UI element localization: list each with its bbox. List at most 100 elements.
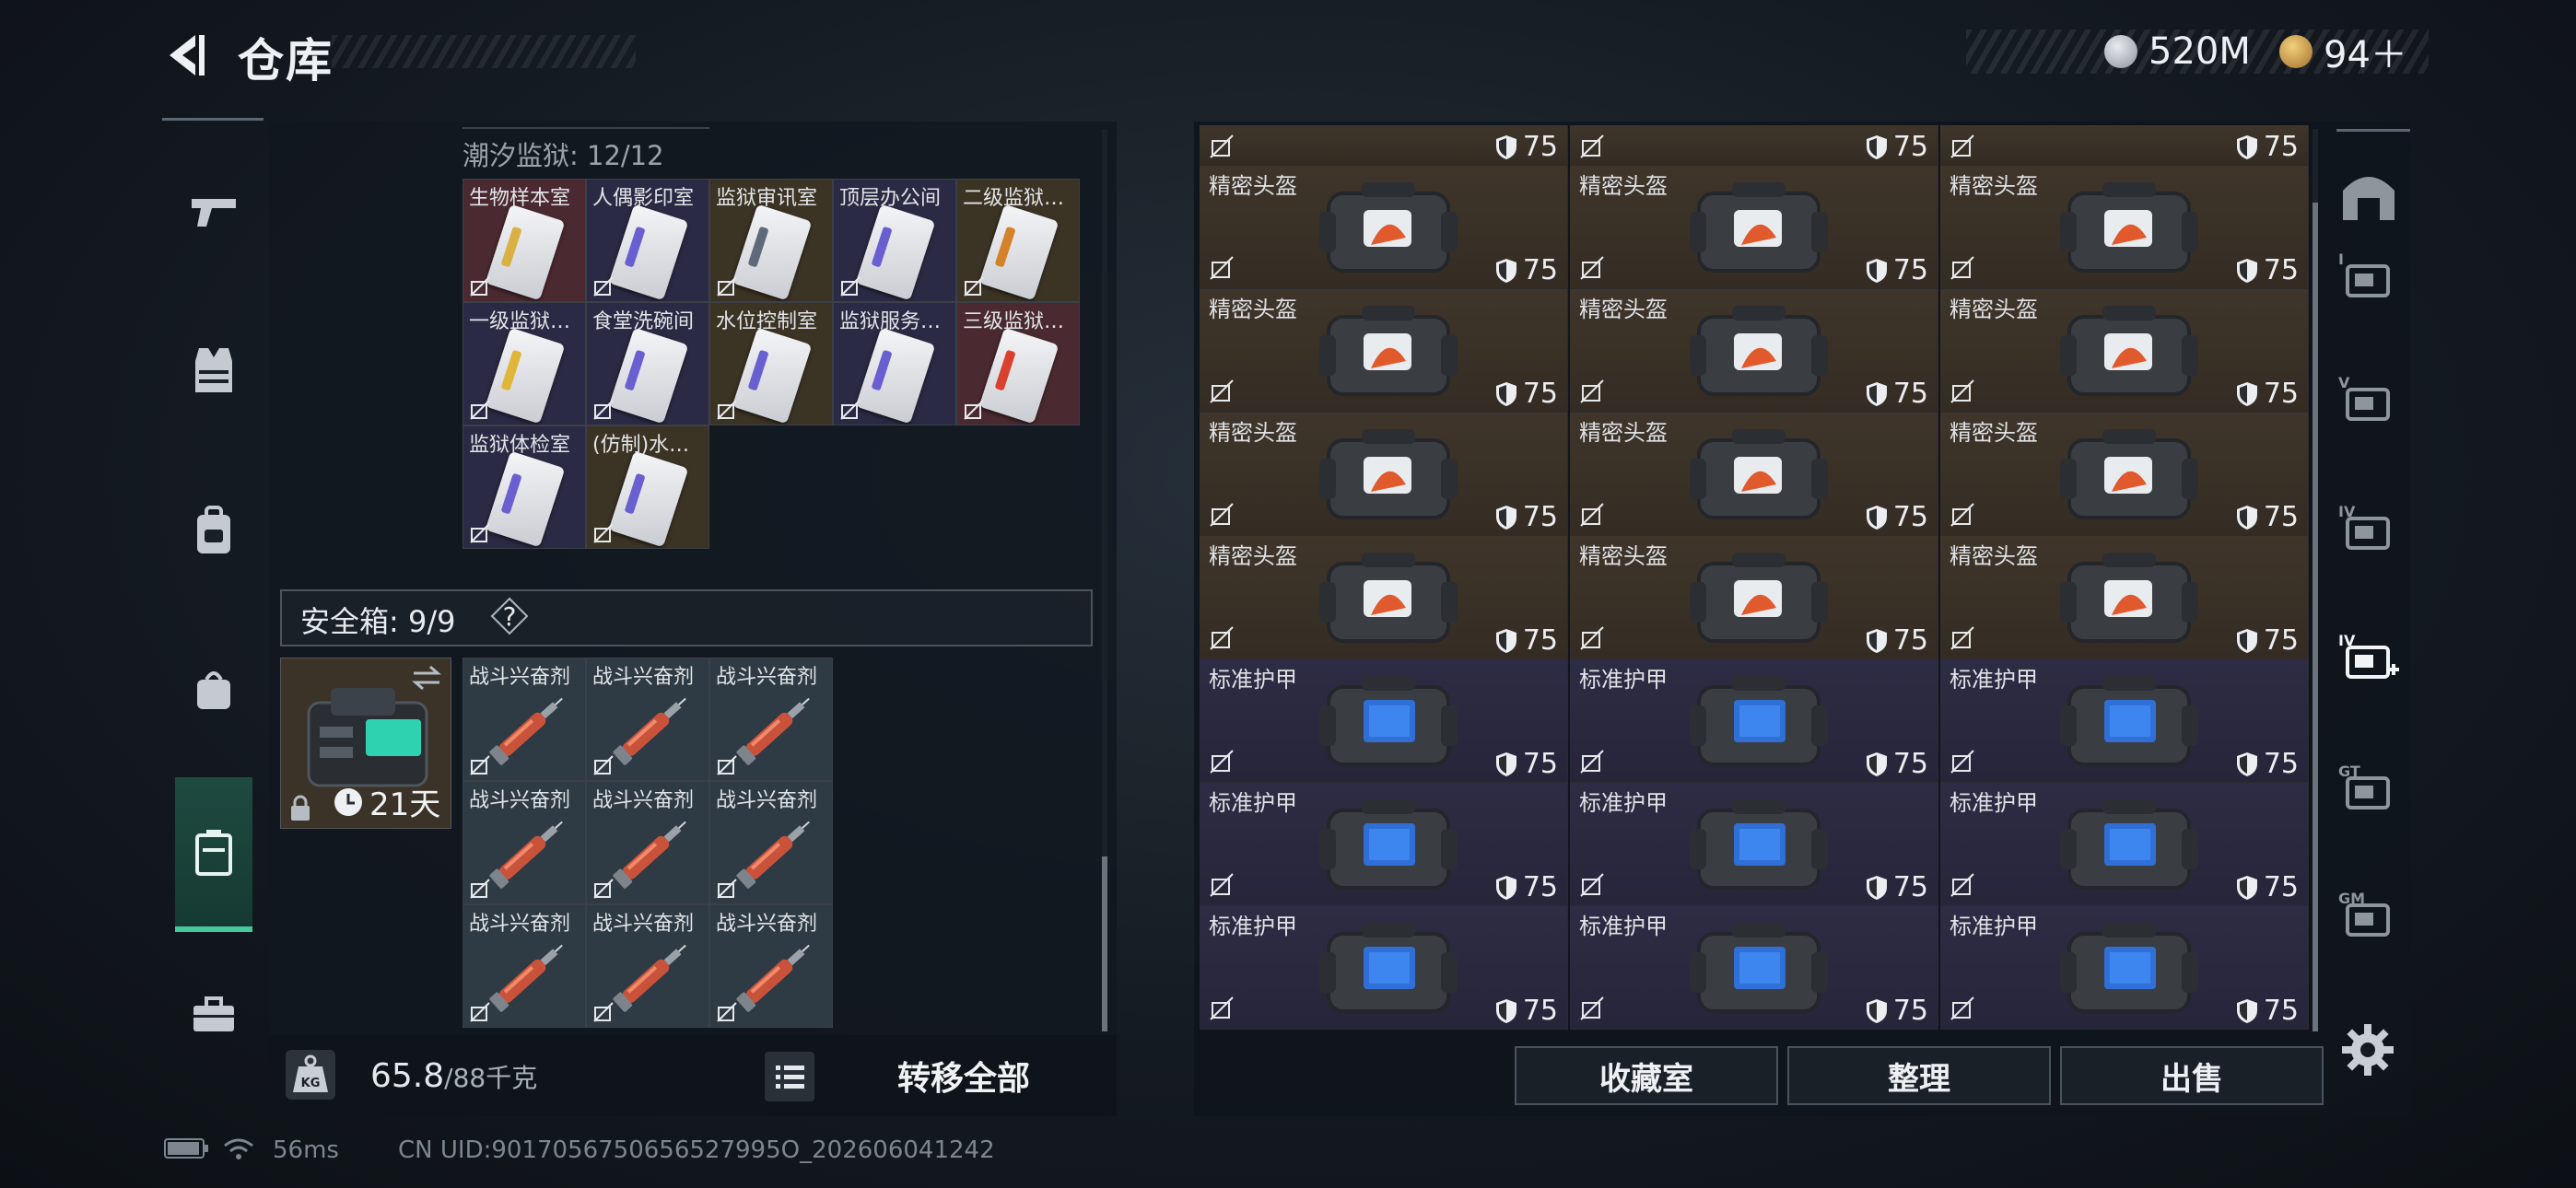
stimulant-slot[interactable]: 战斗兴奋剂 bbox=[586, 904, 709, 1028]
currency-gold-value: 94＋ bbox=[2324, 34, 2407, 76]
stash-page-tab[interactable]: V bbox=[2329, 359, 2408, 438]
durability-shield-icon bbox=[1495, 751, 1516, 776]
nav-vest[interactable] bbox=[175, 332, 252, 409]
keycard-slot[interactable]: 生物样本室 bbox=[463, 179, 586, 302]
stash-page-tab[interactable]: GT bbox=[2329, 748, 2408, 827]
helmet-item[interactable]: 精密头盔 75 bbox=[1200, 413, 1568, 536]
left-scrollbar-thumb[interactable] bbox=[1102, 856, 1107, 1031]
keycard-slot[interactable]: 人偶影印室 bbox=[586, 179, 709, 302]
stash-item-partial[interactable]: 75 bbox=[1200, 125, 1568, 166]
clock-icon bbox=[334, 787, 362, 816]
helmet-case-icon bbox=[1319, 306, 1458, 396]
user-uid: CN UID:9017056750656527995O_202606041242 bbox=[398, 1136, 995, 1164]
sort-button[interactable]: 整理 bbox=[1787, 1046, 2051, 1105]
stash-page-tab[interactable]: I bbox=[2329, 236, 2408, 315]
helmet-item[interactable]: 精密头盔 75 bbox=[1940, 413, 2309, 536]
keycard-slot[interactable]: 监狱审讯室 bbox=[709, 179, 833, 302]
stimulant-slot[interactable]: 战斗兴奋剂 bbox=[709, 781, 833, 904]
stimulant-slot[interactable]: 战斗兴奋剂 bbox=[463, 904, 586, 1028]
transfer-all-button[interactable]: 转移全部 bbox=[829, 1039, 1098, 1112]
armor-item[interactable]: 标准护甲 75 bbox=[1940, 659, 2309, 783]
keycard-slot[interactable]: 一级监狱… bbox=[463, 302, 586, 425]
currency-gold[interactable]: 94＋ bbox=[2279, 28, 2407, 76]
stash-page-tab[interactable]: GM bbox=[2329, 875, 2408, 954]
stimulant-slot[interactable]: 战斗兴奋剂 bbox=[586, 658, 709, 781]
sell-button[interactable]: 出售 bbox=[2060, 1046, 2324, 1105]
helmet-item[interactable]: 精密头盔 75 bbox=[1940, 166, 2309, 289]
helmet-item[interactable]: 精密头盔 75 bbox=[1200, 166, 1568, 289]
durability-readout: 75 bbox=[2236, 254, 2299, 286]
keycard-slot[interactable]: 水位控制室 bbox=[709, 302, 833, 425]
armor-item[interactable]: 标准护甲 75 bbox=[1570, 906, 1938, 1030]
stimulant-slot[interactable]: 战斗兴奋剂 bbox=[709, 658, 833, 781]
stimulant-slot[interactable]: 战斗兴奋剂 bbox=[586, 781, 709, 904]
helmet-item[interactable]: 精密头盔 75 bbox=[1570, 166, 1938, 289]
armor-item[interactable]: 标准护甲 75 bbox=[1570, 783, 1938, 906]
swap-icon[interactable] bbox=[410, 664, 443, 692]
durability-shield-icon bbox=[2236, 628, 2257, 653]
nav-briefcase[interactable] bbox=[175, 976, 252, 1054]
armor-item[interactable]: 标准护甲 75 bbox=[1200, 659, 1568, 783]
back-button[interactable] bbox=[158, 28, 214, 83]
stimulant-slot[interactable]: 战斗兴奋剂 bbox=[709, 904, 833, 1028]
keycard-slot[interactable]: 监狱体检室 bbox=[463, 425, 586, 549]
keycard-slot[interactable]: 二级监狱… bbox=[956, 179, 1080, 302]
help-icon[interactable]: ? bbox=[490, 597, 529, 635]
stimulant-label: 战斗兴奋剂 bbox=[716, 913, 818, 936]
armor-item[interactable]: 标准护甲 75 bbox=[1940, 906, 2309, 1030]
no-lock-icon bbox=[1210, 503, 1234, 527]
nav-storage-active[interactable] bbox=[175, 777, 252, 932]
currency-silver[interactable]: 520M bbox=[2104, 28, 2251, 76]
keycard-slot[interactable]: 三级监狱… bbox=[956, 302, 1080, 425]
item-label: 精密头盔 bbox=[1950, 297, 2038, 322]
keycard-icon bbox=[855, 204, 936, 301]
stimulant-label: 战斗兴奋剂 bbox=[469, 789, 571, 812]
helmet-item[interactable]: 精密头盔 75 bbox=[1570, 413, 1938, 536]
top-bar: 仓库 520M 94＋ bbox=[0, 0, 2576, 111]
nav-weapon[interactable] bbox=[175, 173, 252, 250]
durability-readout: 75 bbox=[2236, 748, 2299, 780]
settings-button[interactable] bbox=[2338, 1020, 2397, 1079]
right-scrollbar-thumb[interactable] bbox=[2313, 203, 2318, 1031]
nav-pouch[interactable] bbox=[175, 650, 252, 728]
stimulant-slot[interactable]: 战斗兴奋剂 bbox=[463, 658, 586, 781]
armor-item[interactable]: 标准护甲 75 bbox=[1570, 659, 1938, 783]
keycard-slot[interactable]: 顶层办公间 bbox=[833, 179, 956, 302]
armor-item[interactable]: 标准护甲 75 bbox=[1200, 906, 1568, 1030]
keycard-slot[interactable]: (仿制)水… bbox=[586, 425, 709, 549]
collection-room-button[interactable]: 收藏室 bbox=[1515, 1046, 1778, 1105]
armor-item[interactable]: 标准护甲 75 bbox=[1200, 783, 1568, 906]
nav-backpack[interactable] bbox=[175, 492, 252, 569]
list-view-button[interactable] bbox=[765, 1052, 814, 1101]
keycard-slot[interactable]: 监狱服务… bbox=[833, 302, 956, 425]
weight-max: /88千克 bbox=[444, 1063, 538, 1093]
storage-box-icon bbox=[195, 830, 232, 876]
keycard-slot[interactable]: 食堂洗碗间 bbox=[586, 302, 709, 425]
stash-page-tab[interactable] bbox=[2329, 157, 2408, 236]
helmet-item[interactable]: 精密头盔 75 bbox=[1570, 289, 1938, 413]
stimulant-label: 战斗兴奋剂 bbox=[592, 666, 695, 689]
helmet-item[interactable]: 精密头盔 75 bbox=[1200, 536, 1568, 659]
durability-value: 75 bbox=[2263, 378, 2299, 410]
stash-item-partial[interactable]: 75 bbox=[1940, 125, 2309, 166]
stash-page-tab[interactable]: IV bbox=[2329, 488, 2408, 567]
stash-page-tab[interactable]: IV bbox=[2329, 617, 2408, 696]
safe-box-container[interactable]: 21天 bbox=[280, 658, 451, 829]
helmet-item[interactable]: 精密头盔 75 bbox=[1200, 289, 1568, 413]
durability-shield-icon bbox=[2236, 751, 2257, 776]
durability-shield-icon bbox=[1866, 751, 1887, 776]
durability-value: 75 bbox=[1522, 254, 1558, 286]
keycard-icon bbox=[608, 327, 689, 425]
stash-item-partial[interactable]: 75 bbox=[1570, 125, 1938, 166]
helmet-item[interactable]: 精密头盔 75 bbox=[1940, 289, 2309, 413]
no-lock-icon bbox=[1210, 379, 1234, 403]
durability-readout: 75 bbox=[1866, 378, 1928, 410]
no-lock-icon bbox=[840, 400, 861, 420]
svg-text:I: I bbox=[2338, 250, 2344, 268]
helmet-item[interactable]: 精密头盔 75 bbox=[1940, 536, 2309, 659]
armor-item[interactable]: 标准护甲 75 bbox=[1940, 783, 2309, 906]
keycard-label: 一级监狱… bbox=[469, 310, 571, 333]
help-icon-text: ? bbox=[502, 600, 517, 632]
helmet-item[interactable]: 精密头盔 75 bbox=[1570, 536, 1938, 659]
stimulant-slot[interactable]: 战斗兴奋剂 bbox=[463, 781, 586, 904]
